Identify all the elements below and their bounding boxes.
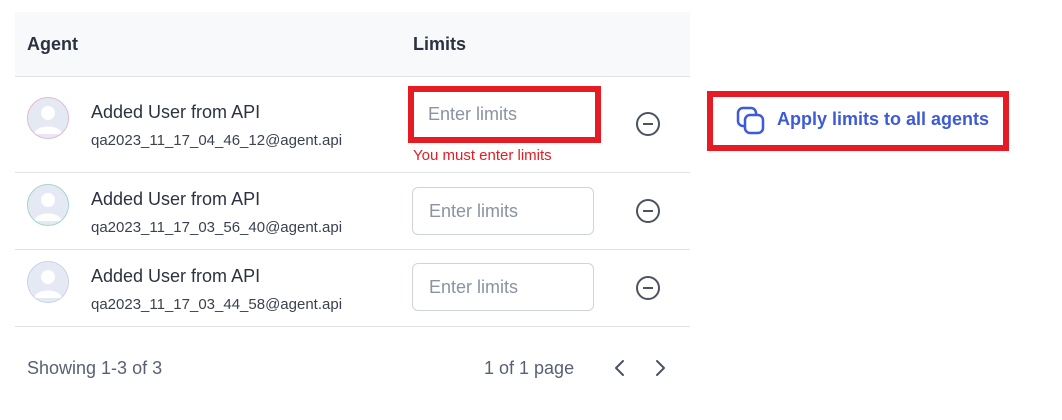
column-header-limits: Limits	[413, 34, 467, 54]
chevron-right-icon	[656, 360, 665, 376]
remove-agent-button[interactable]	[636, 276, 660, 300]
limits-input[interactable]	[408, 86, 601, 143]
agent-name: Added User from API	[91, 189, 261, 209]
agent-name: Added User from API	[91, 266, 261, 286]
agent-email: qa2023_11_17_03_56_40@agent.api	[91, 219, 343, 236]
next-page-button[interactable]	[649, 355, 671, 381]
user-icon	[28, 98, 68, 138]
previous-page-button[interactable]	[609, 355, 631, 381]
avatar	[27, 261, 69, 303]
remove-agent-button[interactable]	[636, 199, 660, 223]
limits-input[interactable]	[412, 263, 594, 311]
apply-limits-label: Apply limits to all agents	[777, 109, 990, 129]
showing-count: Showing 1-3 of 3	[27, 358, 163, 378]
table-row: Added User from API qa2023_11_17_03_56_4…	[15, 173, 690, 250]
copy-icon	[736, 106, 765, 135]
agent-name: Added User from API	[91, 102, 261, 122]
column-header-agent: Agent	[27, 34, 78, 54]
page-info: 1 of 1 page	[484, 358, 575, 378]
limits-error-message: You must enter limits	[413, 147, 552, 164]
chevron-left-icon	[615, 360, 624, 376]
table-header: Agent Limits	[15, 12, 690, 77]
table-row: Added User from API qa2023_11_17_03_44_5…	[15, 250, 690, 327]
avatar	[27, 184, 69, 226]
agent-email: qa2023_11_17_04_46_12@agent.api	[91, 132, 343, 149]
user-icon	[28, 262, 68, 302]
avatar	[27, 97, 69, 139]
apply-limits-all-button[interactable]: Apply limits to all agents	[707, 91, 1009, 151]
user-icon	[28, 185, 68, 225]
remove-agent-button[interactable]	[636, 112, 660, 136]
agents-table: Agent Limits Added User from API qa2023_…	[15, 12, 690, 409]
table-footer: Showing 1-3 of 3 1 of 1 page	[15, 327, 690, 409]
limits-input[interactable]	[412, 187, 594, 235]
table-row: Added User from API qa2023_11_17_04_46_1…	[15, 77, 690, 173]
agent-email: qa2023_11_17_03_44_58@agent.api	[91, 296, 343, 313]
